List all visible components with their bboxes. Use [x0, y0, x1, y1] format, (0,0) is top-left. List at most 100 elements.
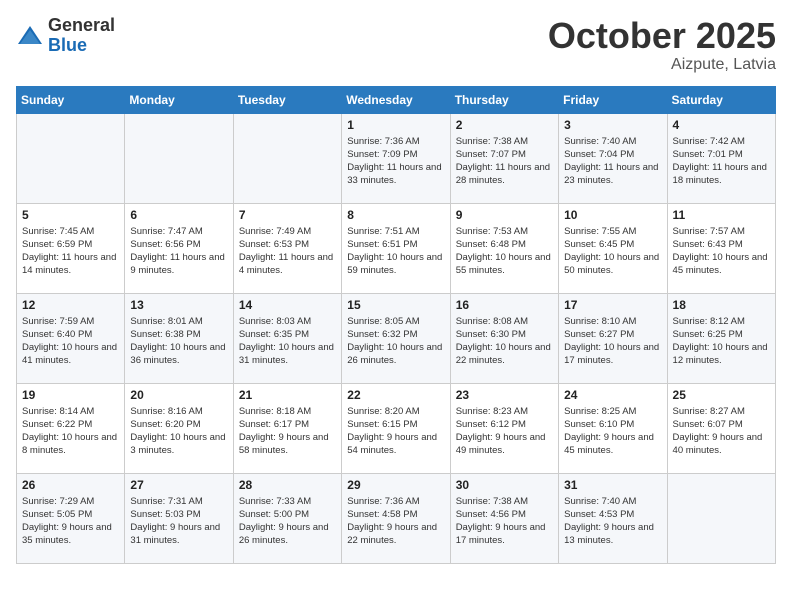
calendar-week-row: 19 Sunrise: 8:14 AM Sunset: 6:22 PM Dayli… [17, 383, 776, 473]
calendar-cell: 30 Sunrise: 7:38 AM Sunset: 4:56 PM Dayli… [450, 473, 558, 563]
col-header-saturday: Saturday [667, 86, 775, 113]
calendar-cell: 17 Sunrise: 8:10 AM Sunset: 6:27 PM Dayli… [559, 293, 667, 383]
cell-content: Sunrise: 7:57 AM Sunset: 6:43 PM Dayligh… [673, 225, 770, 278]
calendar-cell: 25Sunrise: 8:27 AM Sunset: 6:07 PM Dayli… [667, 383, 775, 473]
cell-content: Sunrise: 7:53 AM Sunset: 6:48 PM Dayligh… [456, 225, 553, 278]
cell-content: Sunrise: 8:14 AM Sunset: 6:22 PM Dayligh… [22, 405, 119, 458]
cell-content: Sunrise: 8:08 AM Sunset: 6:30 PM Dayligh… [456, 315, 553, 368]
logo: General Blue [16, 16, 115, 56]
cell-content: Sunrise: 7:38 AM Sunset: 4:56 PM Dayligh… [456, 495, 553, 548]
calendar-cell: 6 Sunrise: 7:47 AM Sunset: 6:56 PM Daylig… [125, 203, 233, 293]
cell-content: Sunrise: 8:05 AM Sunset: 6:32 PM Dayligh… [347, 315, 444, 368]
day-number: 18 [673, 298, 770, 312]
day-number: 30 [456, 478, 553, 492]
day-number: 12 [22, 298, 119, 312]
month-title: October 2025 [548, 16, 776, 56]
cell-content: Sunrise: 8:23 AM Sunset: 6:12 PM Dayligh… [456, 405, 553, 458]
cell-content: Sunrise: 8:16 AM Sunset: 6:20 PM Dayligh… [130, 405, 227, 458]
calendar-cell: 22 Sunrise: 8:20 AM Sunset: 6:15 PM Dayli… [342, 383, 450, 473]
day-number: 8 [347, 208, 444, 222]
calendar-cell: 5 Sunrise: 7:45 AM Sunset: 6:59 PM Daylig… [17, 203, 125, 293]
day-number: 5 [22, 208, 119, 222]
day-number: 15 [347, 298, 444, 312]
calendar-cell [125, 113, 233, 203]
day-number: 4 [673, 118, 770, 132]
calendar-cell: 9 Sunrise: 7:53 AM Sunset: 6:48 PM Daylig… [450, 203, 558, 293]
cell-content: Sunrise: 8:12 AM Sunset: 6:25 PM Dayligh… [673, 315, 770, 368]
day-number: 20 [130, 388, 227, 402]
cell-content: Sunrise: 7:42 AM Sunset: 7:01 PM Dayligh… [673, 135, 770, 188]
calendar-cell: 24 Sunrise: 8:25 AM Sunset: 6:10 PM Dayli… [559, 383, 667, 473]
cell-content: Sunrise: 7:40 AM Sunset: 4:53 PM Dayligh… [564, 495, 661, 548]
day-number: 16 [456, 298, 553, 312]
cell-content: Sunrise: 7:29 AM Sunset: 5:05 PM Dayligh… [22, 495, 119, 548]
day-number: 13 [130, 298, 227, 312]
calendar-cell: 7Sunrise: 7:49 AM Sunset: 6:53 PM Daylig… [233, 203, 341, 293]
day-number: 28 [239, 478, 336, 492]
day-number: 3 [564, 118, 661, 132]
logo-general: General [48, 15, 115, 35]
calendar-cell [233, 113, 341, 203]
calendar-header-row: SundayMondayTuesdayWednesdayThursdayFrid… [17, 86, 776, 113]
logo-blue: Blue [48, 35, 87, 55]
day-number: 31 [564, 478, 661, 492]
day-number: 19 [22, 388, 119, 402]
calendar-cell: 12 Sunrise: 7:59 AM Sunset: 6:40 PM Dayli… [17, 293, 125, 383]
calendar-cell: 18 Sunrise: 8:12 AM Sunset: 6:25 PM Dayli… [667, 293, 775, 383]
calendar-week-row: 1 Sunrise: 7:36 AM Sunset: 7:09 PM Daylig… [17, 113, 776, 203]
col-header-wednesday: Wednesday [342, 86, 450, 113]
day-number: 22 [347, 388, 444, 402]
calendar-cell: 14 Sunrise: 8:03 AM Sunset: 6:35 PM Dayli… [233, 293, 341, 383]
day-number: 14 [239, 298, 336, 312]
col-header-monday: Monday [125, 86, 233, 113]
day-number: 9 [456, 208, 553, 222]
day-number: 17 [564, 298, 661, 312]
cell-content: Sunrise: 7:33 AM Sunset: 5:00 PM Dayligh… [239, 495, 336, 548]
cell-content: Sunrise: 7:55 AM Sunset: 6:45 PM Dayligh… [564, 225, 661, 278]
title-block: October 2025 Aizpute, Latvia [548, 16, 776, 74]
cell-content: Sunrise: 7:59 AM Sunset: 6:40 PM Dayligh… [22, 315, 119, 368]
day-number: 21 [239, 388, 336, 402]
calendar-cell: 15 Sunrise: 8:05 AM Sunset: 6:32 PM Dayli… [342, 293, 450, 383]
col-header-friday: Friday [559, 86, 667, 113]
day-number: 26 [22, 478, 119, 492]
cell-content: Sunrise: 8:01 AM Sunset: 6:38 PM Dayligh… [130, 315, 227, 368]
cell-content: Sunrise: 7:45 AM Sunset: 6:59 PM Dayligh… [22, 225, 119, 278]
calendar-cell: 28 Sunrise: 7:33 AM Sunset: 5:00 PM Dayli… [233, 473, 341, 563]
day-number: 6 [130, 208, 227, 222]
calendar-cell: 26 Sunrise: 7:29 AM Sunset: 5:05 PM Dayli… [17, 473, 125, 563]
calendar-cell: 21Sunrise: 8:18 AM Sunset: 6:17 PM Dayli… [233, 383, 341, 473]
calendar-cell: 19 Sunrise: 8:14 AM Sunset: 6:22 PM Dayli… [17, 383, 125, 473]
cell-content: Sunrise: 7:36 AM Sunset: 7:09 PM Dayligh… [347, 135, 444, 188]
day-number: 24 [564, 388, 661, 402]
calendar-cell: 29Sunrise: 7:36 AM Sunset: 4:58 PM Dayli… [342, 473, 450, 563]
calendar-cell: 23Sunrise: 8:23 AM Sunset: 6:12 PM Dayli… [450, 383, 558, 473]
calendar-cell: 11 Sunrise: 7:57 AM Sunset: 6:43 PM Dayli… [667, 203, 775, 293]
calendar-cell: 13 Sunrise: 8:01 AM Sunset: 6:38 PM Dayli… [125, 293, 233, 383]
cell-content: Sunrise: 8:10 AM Sunset: 6:27 PM Dayligh… [564, 315, 661, 368]
calendar-cell: 2Sunrise: 7:38 AM Sunset: 7:07 PM Daylig… [450, 113, 558, 203]
col-header-tuesday: Tuesday [233, 86, 341, 113]
calendar-week-row: 26 Sunrise: 7:29 AM Sunset: 5:05 PM Dayli… [17, 473, 776, 563]
cell-content: Sunrise: 7:51 AM Sunset: 6:51 PM Dayligh… [347, 225, 444, 278]
day-number: 11 [673, 208, 770, 222]
day-number: 1 [347, 118, 444, 132]
cell-content: Sunrise: 7:49 AM Sunset: 6:53 PM Dayligh… [239, 225, 336, 278]
col-header-thursday: Thursday [450, 86, 558, 113]
calendar-table: SundayMondayTuesdayWednesdayThursdayFrid… [16, 86, 776, 564]
calendar-cell: 27Sunrise: 7:31 AM Sunset: 5:03 PM Dayli… [125, 473, 233, 563]
cell-content: Sunrise: 8:20 AM Sunset: 6:15 PM Dayligh… [347, 405, 444, 458]
calendar-cell: 1 Sunrise: 7:36 AM Sunset: 7:09 PM Daylig… [342, 113, 450, 203]
cell-content: Sunrise: 7:38 AM Sunset: 7:07 PM Dayligh… [456, 135, 553, 188]
logo-icon [16, 22, 44, 50]
cell-content: Sunrise: 8:03 AM Sunset: 6:35 PM Dayligh… [239, 315, 336, 368]
day-number: 27 [130, 478, 227, 492]
cell-content: Sunrise: 7:47 AM Sunset: 6:56 PM Dayligh… [130, 225, 227, 278]
calendar-week-row: 12 Sunrise: 7:59 AM Sunset: 6:40 PM Dayli… [17, 293, 776, 383]
cell-content: Sunrise: 8:25 AM Sunset: 6:10 PM Dayligh… [564, 405, 661, 458]
col-header-sunday: Sunday [17, 86, 125, 113]
calendar-cell: 10Sunrise: 7:55 AM Sunset: 6:45 PM Dayli… [559, 203, 667, 293]
calendar-cell [17, 113, 125, 203]
day-number: 29 [347, 478, 444, 492]
logo-text: General Blue [48, 16, 115, 56]
